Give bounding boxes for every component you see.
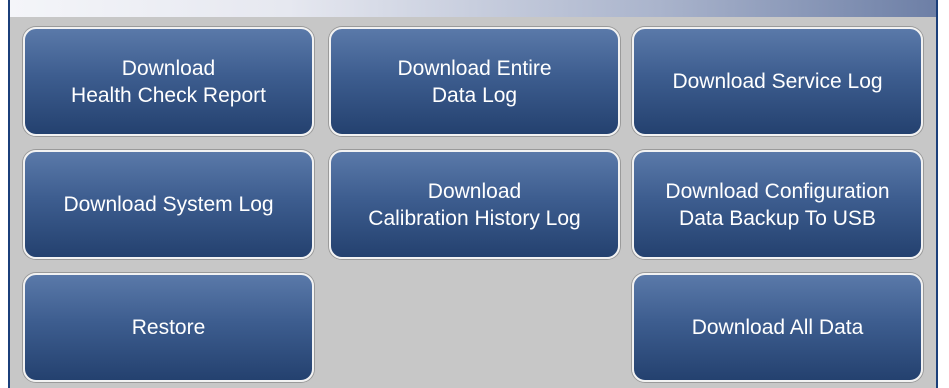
download-configuration-backup-button[interactable]: Download Configuration Data Backup To US… bbox=[632, 150, 923, 259]
download-calibration-history-log-button[interactable]: Download Calibration History Log bbox=[329, 150, 620, 259]
download-health-check-report-button[interactable]: Download Health Check Report bbox=[23, 27, 314, 136]
download-system-log-button[interactable]: Download System Log bbox=[23, 150, 314, 259]
restore-button[interactable]: Restore bbox=[23, 273, 314, 382]
download-entire-data-log-button[interactable]: Download Entire Data Log bbox=[329, 27, 620, 136]
download-service-log-button[interactable]: Download Service Log bbox=[632, 27, 923, 136]
header-strip bbox=[10, 0, 936, 17]
download-all-data-button[interactable]: Download All Data bbox=[632, 273, 923, 382]
